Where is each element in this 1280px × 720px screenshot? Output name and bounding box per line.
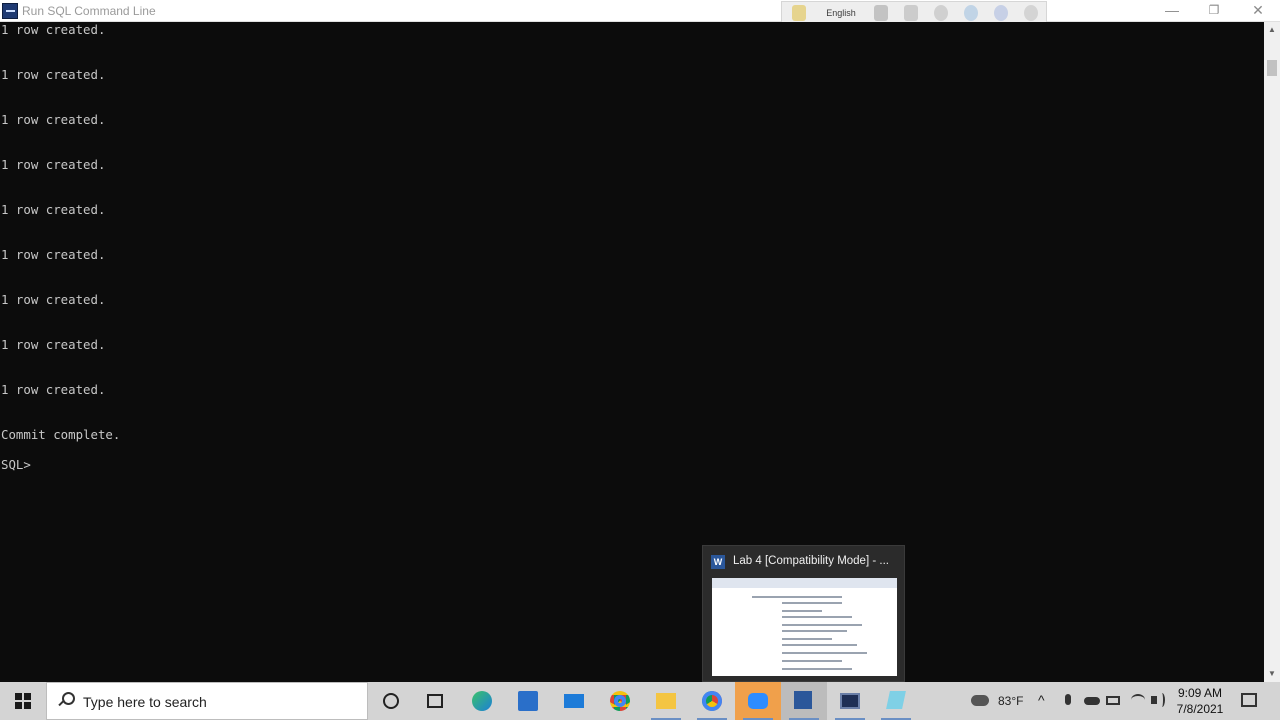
edge-icon — [472, 691, 492, 711]
search-icon — [57, 692, 75, 708]
edge-ie-icon[interactable] — [964, 5, 978, 21]
zoom-taskbar-app[interactable] — [735, 682, 781, 720]
cortana-button[interactable] — [368, 682, 414, 720]
console-line: 1 row created. — [1, 67, 106, 82]
mail-envelope-icon — [564, 694, 584, 708]
console-line: 1 row created. — [1, 382, 106, 397]
taskbar: Type here to search 83°F ^ 9:09 AM 7/8/2… — [0, 682, 1280, 720]
language-label[interactable]: English — [822, 5, 860, 21]
mail-taskbar-app[interactable] — [551, 682, 597, 720]
volume-speaker-icon[interactable] — [1150, 682, 1168, 720]
console-output[interactable]: 1 row created. 1 row created. 1 row crea… — [0, 22, 1264, 682]
scroll-down-arrow-icon[interactable]: ▼ — [1264, 666, 1280, 682]
wifi-icon[interactable] — [1130, 682, 1146, 720]
pen-icon[interactable] — [904, 5, 918, 21]
scroll-thumb[interactable] — [1267, 60, 1277, 76]
console-line: 1 row created. — [1, 247, 106, 262]
keyboard-icon[interactable] — [874, 5, 888, 21]
sql-app-icon — [2, 3, 18, 19]
console-line: 1 row created. — [1, 157, 106, 172]
info-icon[interactable] — [1024, 5, 1038, 21]
language-bar: English — [781, 1, 1047, 23]
minimize-button[interactable]: — — [1150, 0, 1194, 22]
console-line: 1 row created. — [1, 292, 106, 307]
sql-prompt[interactable]: SQL> — [1, 457, 31, 473]
console-line: 1 row created. — [1, 337, 106, 352]
taskbar-search-box[interactable]: Type here to search — [46, 682, 368, 720]
start-button[interactable] — [0, 682, 46, 720]
task-view-icon — [427, 694, 443, 708]
sql-command-line-taskbar-app[interactable] — [827, 682, 873, 720]
taskbar-clock[interactable]: 9:09 AM 7/8/2021 — [1172, 685, 1228, 717]
notepad-taskbar-app[interactable] — [873, 682, 919, 720]
notification-center-icon[interactable] — [1240, 682, 1258, 720]
word-taskbar-app[interactable] — [781, 682, 827, 720]
chrome-icon — [610, 691, 630, 711]
chrome-profile-taskbar-app[interactable] — [689, 682, 735, 720]
store-taskbar-app[interactable] — [505, 682, 551, 720]
console-window-icon — [840, 693, 860, 709]
windows-logo-icon — [15, 693, 31, 709]
store-bag-icon — [518, 691, 538, 711]
weather-temperature[interactable]: 83°F — [998, 694, 1023, 710]
word-thumbnail-preview[interactable]: W Lab 4 [Compatibility Mode] - ... — [702, 545, 905, 682]
onedrive-cloud-icon[interactable] — [1084, 682, 1100, 720]
microphone-icon[interactable] — [1062, 682, 1074, 720]
close-button[interactable]: ✕ — [1236, 0, 1280, 22]
gear-icon[interactable] — [934, 5, 948, 21]
cloud-weather-icon — [971, 695, 989, 706]
vertical-scrollbar[interactable]: ▲ ▼ — [1264, 22, 1280, 682]
clock-time: 9:09 AM — [1177, 686, 1223, 700]
battery-icon[interactable] — [1106, 682, 1122, 720]
chrome-profile-icon — [702, 691, 722, 711]
ime-icon[interactable] — [792, 5, 806, 21]
chrome-taskbar-app[interactable] — [597, 682, 643, 720]
word-icon: W — [711, 555, 725, 569]
console-line: 1 row created. — [1, 22, 106, 37]
restore-button[interactable]: ❐ — [1192, 0, 1236, 22]
document-thumbnail[interactable] — [712, 578, 897, 676]
notepad-icon — [886, 691, 906, 709]
console-line: 1 row created. — [1, 112, 106, 127]
help-icon[interactable] — [994, 5, 1008, 21]
scroll-up-arrow-icon[interactable]: ▲ — [1264, 22, 1280, 38]
title-bar: Run SQL Command Line — ❐ ✕ — [0, 0, 1280, 22]
zoom-camera-icon — [748, 693, 768, 709]
show-hidden-icons-chevron-icon[interactable]: ^ — [1038, 692, 1045, 720]
task-view-button[interactable] — [412, 682, 458, 720]
console-line: Commit complete. — [1, 427, 121, 442]
search-placeholder: Type here to search — [83, 694, 207, 710]
preview-title: Lab 4 [Compatibility Mode] - ... — [733, 555, 889, 567]
cortana-circle-icon — [383, 693, 399, 709]
clock-date: 7/8/2021 — [1176, 702, 1224, 716]
word-app-icon — [794, 691, 812, 709]
weather-widget[interactable] — [968, 682, 992, 720]
file-explorer-taskbar-app[interactable] — [643, 682, 689, 720]
edge-taskbar-app[interactable] — [459, 682, 505, 720]
console-line: 1 row created. — [1, 202, 106, 217]
window-title: Run SQL Command Line — [22, 4, 156, 18]
folder-icon — [656, 693, 676, 709]
